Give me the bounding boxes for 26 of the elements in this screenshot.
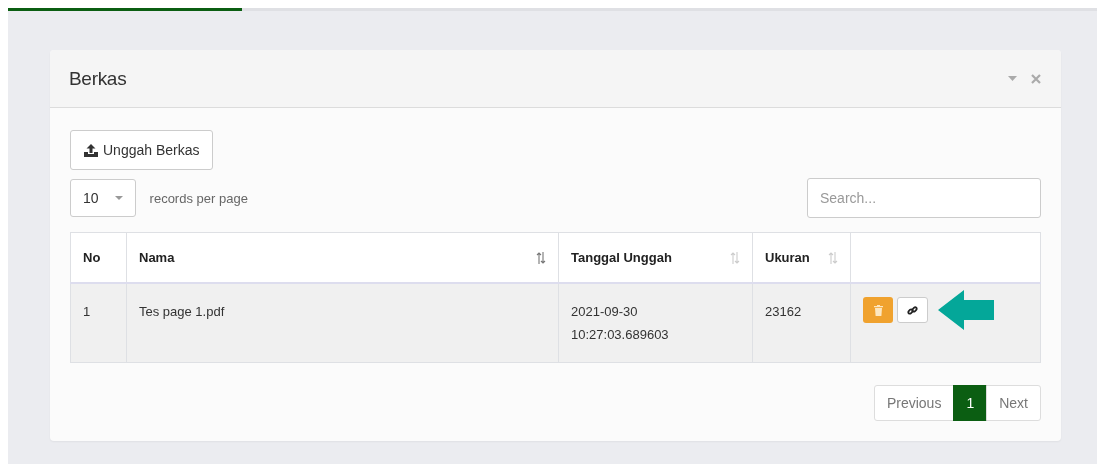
page-button[interactable]: 1 xyxy=(953,385,988,421)
column-header: No xyxy=(83,250,101,265)
column-header: Nama xyxy=(139,250,175,265)
close-icon[interactable] xyxy=(1031,73,1041,84)
upload-icon xyxy=(84,143,98,157)
link-icon xyxy=(907,304,918,316)
collapse-icon[interactable] xyxy=(1008,76,1017,81)
table-cell: 1 xyxy=(83,304,91,319)
next-button[interactable]: Next xyxy=(986,385,1041,421)
search-field[interactable]: Search... xyxy=(807,178,1041,218)
page-size-select[interactable]: 10 xyxy=(70,179,136,217)
sort-icon[interactable] xyxy=(536,250,546,265)
link-button[interactable] xyxy=(897,297,928,323)
previous-button[interactable]: Previous xyxy=(873,385,955,421)
caret-icon xyxy=(114,196,123,200)
table-cell: 10:27:03.689603 xyxy=(571,327,669,342)
column-header: Tanggal Unggah xyxy=(571,250,672,265)
upload-button[interactable]: Unggah Berkas xyxy=(70,130,213,170)
table-cell: Tes page 1.pdf xyxy=(139,304,225,319)
table-cell: 2021-09-30 xyxy=(571,304,638,319)
pointer-arrow xyxy=(938,290,994,330)
table-cell: 23162 xyxy=(765,304,802,319)
records-per-page-label: records per page xyxy=(149,190,249,206)
column-header: Ukuran xyxy=(765,250,810,265)
trash-icon xyxy=(873,304,883,316)
panel-title: Berkas xyxy=(69,67,128,90)
